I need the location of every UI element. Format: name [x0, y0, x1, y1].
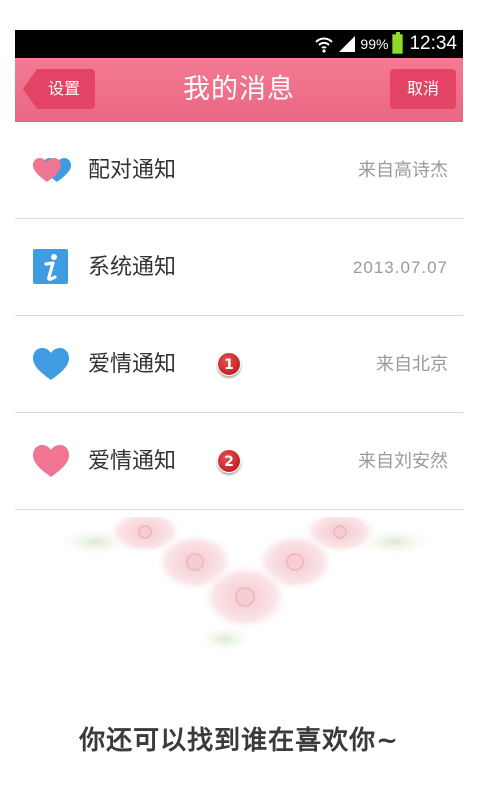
- message-title: 爱情通知: [88, 352, 177, 377]
- double-heart-icon: [33, 158, 71, 182]
- message-date: 2013.07.07: [352, 258, 448, 277]
- message-item-system[interactable]: 系统通知 2013.07.07: [15, 219, 463, 316]
- battery-icon: [392, 32, 404, 54]
- battery-percent: 99%: [360, 36, 389, 52]
- settings-back-button[interactable]: 设置: [23, 69, 95, 109]
- rose-decoration-image: [55, 517, 435, 653]
- signal-icon: [339, 36, 356, 52]
- footer-slogan: 你还可以找到谁在喜欢你~: [79, 726, 399, 756]
- message-list: 配对通知 来自高诗杰 系统通知 2013.07.07 爱情通知 1 来自北京 爱…: [15, 122, 463, 510]
- message-title: 爱情通知: [88, 449, 177, 474]
- message-item-love-1[interactable]: 爱情通知 1 来自北京: [15, 316, 463, 413]
- status-indicators: 99% 12:34: [314, 30, 457, 58]
- message-title: 配对通知: [88, 158, 177, 183]
- message-title: 系统通知: [88, 255, 177, 280]
- wifi-icon: [315, 37, 334, 53]
- info-icon: [33, 249, 68, 284]
- message-sender: 来自高诗杰: [358, 160, 448, 181]
- cancel-button[interactable]: 取消: [390, 69, 456, 109]
- unread-badge: 2: [217, 449, 241, 473]
- phone-screen: 99% 12:34 我的消息 设置 取消 配对通知 来自高诗杰 系统通知 201…: [15, 30, 463, 800]
- pink-heart-icon: [33, 445, 69, 477]
- unread-badge: 1: [217, 352, 241, 376]
- header-bar: 我的消息 设置 取消: [15, 58, 463, 122]
- status-bar: 99% 12:34: [15, 30, 463, 58]
- blue-heart-icon: [33, 348, 69, 380]
- status-time: 12:34: [409, 33, 457, 54]
- message-sender: 来自刘安然: [358, 451, 448, 472]
- message-item-love-2[interactable]: 爱情通知 2 来自刘安然: [15, 413, 463, 510]
- message-item-pairing[interactable]: 配对通知 来自高诗杰: [15, 122, 463, 219]
- message-sender: 来自北京: [376, 354, 448, 375]
